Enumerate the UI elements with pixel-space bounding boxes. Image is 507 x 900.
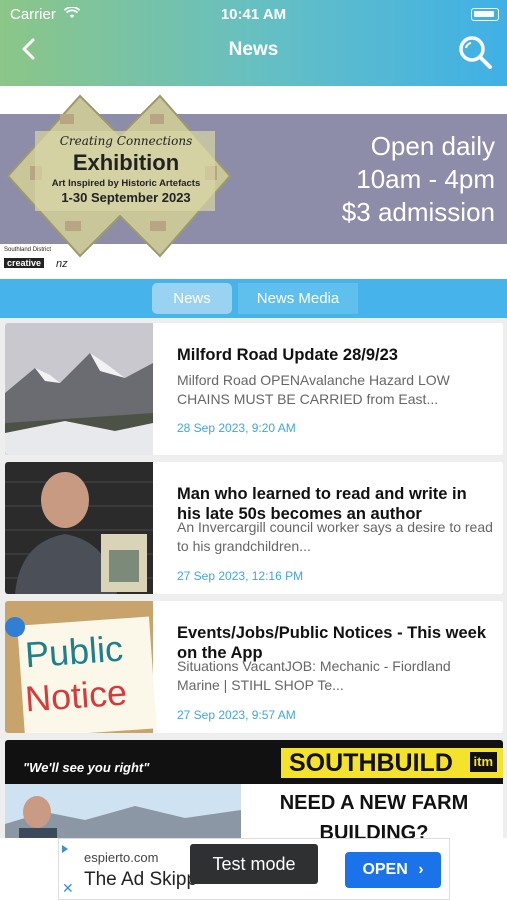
southbuild-advert[interactable]: "We'll see you right" SOUTHBUILD itm NEE…: [5, 740, 503, 840]
southbuild-logo: SOUTHBUILD itm: [281, 748, 503, 778]
southbuild-tagline: "We'll see you right": [23, 760, 150, 775]
search-icon[interactable]: [457, 34, 493, 75]
news-thumbnail-author: [5, 462, 153, 594]
news-summary: Milford Road OPENAvalanche Hazard LOW CH…: [177, 372, 450, 407]
news-summary: An Invercargill council worker says a de…: [177, 519, 493, 554]
news-thumbnail-mountains: [5, 323, 153, 455]
exhibition-title: Exhibition: [72, 150, 180, 175]
public-notice-line1: Public: [23, 627, 125, 676]
itm-badge: itm: [469, 752, 497, 772]
creative-logo: creative: [4, 258, 45, 268]
opening-days: Open daily: [370, 131, 495, 161]
exhibition-info: Open daily 10am - 4pm $3 admission: [342, 130, 495, 229]
ad-advertiser-name: The Ad Skipp: [84, 869, 198, 890]
southbuild-headline-line2: BUILDING?: [319, 822, 429, 840]
creative-nz-logo: nz: [56, 258, 68, 270]
southbuild-headline-line1: NEED A NEW FARM: [279, 792, 469, 814]
exhibition-subtitle: Creating Connections: [59, 134, 193, 148]
admission-price: $3 admission: [341, 197, 495, 227]
southbuild-headline: NEED A NEW FARM BUILDING?: [245, 788, 503, 840]
district-label: Southland District: [4, 247, 52, 253]
ad-open-label: OPEN: [362, 861, 408, 878]
tab-news[interactable]: News: [152, 283, 232, 314]
public-notice-line2: Notice: [23, 671, 129, 720]
test-mode-badge: Test mode: [190, 844, 318, 884]
ad-open-button[interactable]: OPEN ›: [345, 852, 441, 888]
clock: 10:41 AM: [220, 6, 287, 23]
nav-bar: News: [0, 28, 507, 72]
southbuild-photo: [5, 784, 241, 840]
southbuild-brand: SOUTHBUILD: [289, 749, 453, 777]
news-thumbnail-public-notice: Public Notice: [5, 601, 157, 733]
news-date: 27 Sep 2023, 9:57 AM: [177, 708, 296, 722]
news-item[interactable]: Milford Road Update 28/9/23 Milford Road…: [5, 323, 503, 455]
battery-icon: [471, 8, 499, 21]
news-date: 28 Sep 2023, 9:20 AM: [177, 421, 296, 435]
exhibition-dates: 1-30 September 2023: [61, 190, 191, 205]
news-item[interactable]: Public Notice Events/Jobs/Public Notices…: [5, 601, 503, 733]
news-title: Milford Road Update 28/9/23: [177, 346, 398, 364]
ad-info-icon[interactable]: [60, 841, 70, 859]
tab-news-media[interactable]: News Media: [238, 283, 358, 314]
ad-close-icon[interactable]: ✕: [62, 880, 74, 897]
page-title: News: [228, 39, 279, 60]
bottom-ad-banner: ✕ espierto.com The Ad Skipp Test mode OP…: [0, 838, 507, 900]
status-bar: Carrier 10:41 AM: [0, 0, 507, 28]
opening-hours: 10am - 4pm: [356, 164, 495, 194]
ad-domain: espierto.com: [84, 850, 159, 865]
exhibition-tagline: Art Inspired by Historic Artefacts: [51, 178, 201, 189]
news-date: 27 Sep 2023, 12:16 PM: [177, 569, 304, 583]
chevron-right-icon: ›: [418, 861, 424, 878]
news-item[interactable]: Man who learned to read and write in his…: [5, 462, 503, 594]
news-tabs: News News Media: [0, 279, 507, 318]
exhibition-title-block: Creating Connections Exhibition Art Insp…: [20, 134, 232, 205]
app-header: Carrier 10:41 AM News: [0, 0, 507, 86]
news-summary: Situations VacantJOB: Mechanic - Fiordla…: [177, 658, 451, 693]
